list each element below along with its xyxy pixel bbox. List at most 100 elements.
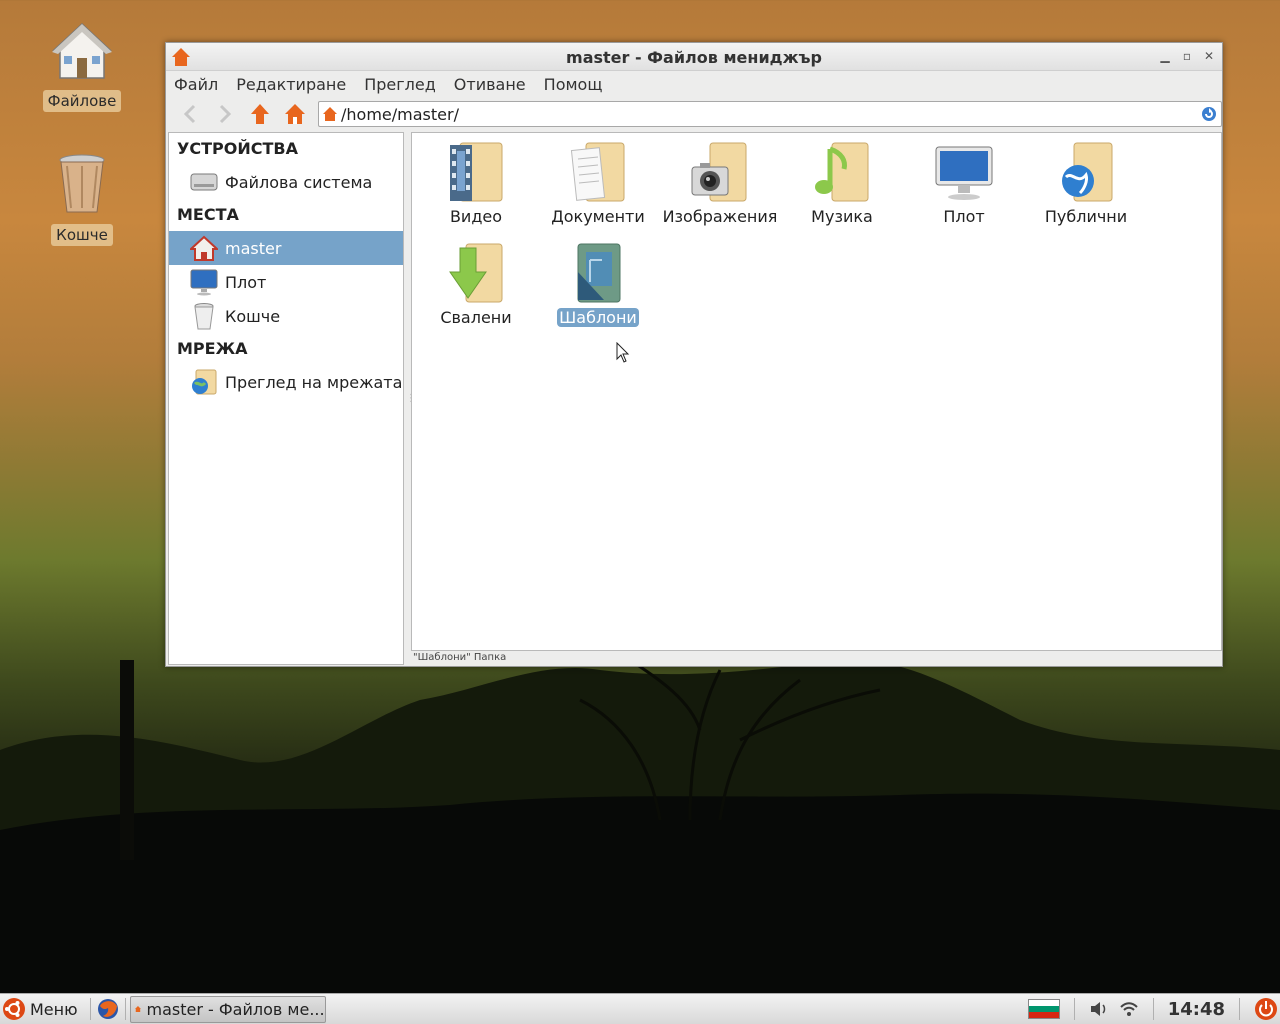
taskbar-separator [124, 998, 126, 1020]
sidebar-item-desktop[interactable]: Плот [169, 265, 403, 299]
sidebar-item-trash[interactable]: Кошче [169, 299, 403, 333]
folder-item-desktop[interactable]: Плот [903, 141, 1025, 226]
menu-help[interactable]: Помощ [544, 75, 612, 94]
file-label: Свалени [440, 308, 512, 327]
reload-icon[interactable] [1201, 106, 1217, 126]
file-view[interactable]: Видео Документи Изображения Музика Плот … [411, 132, 1222, 651]
templates-folder-icon [568, 242, 628, 304]
firefox-launcher[interactable] [95, 996, 121, 1022]
back-icon [183, 104, 195, 124]
sidebar-item-label: Кошче [225, 306, 281, 326]
menu-bar: Файл Редактиране Преглед Отиване Помощ [166, 71, 1222, 98]
location-bar[interactable]: /home/master/ [318, 101, 1222, 127]
file-manager-window: master - Файлов мениджър ▁ ▫ ✕ Файл Реда… [165, 42, 1223, 667]
places-header: МЕСТА [177, 205, 239, 224]
ubuntu-logo-icon [3, 998, 25, 1020]
file-label: Видео [449, 207, 503, 226]
network-icon [189, 367, 219, 397]
home-button[interactable] [279, 100, 310, 128]
volume-icon[interactable] [1089, 1000, 1109, 1018]
desktop-folder-icon [934, 141, 994, 203]
trash-icon [59, 154, 105, 213]
desktop-icon-files[interactable]: Файлове [37, 20, 127, 112]
path-text: /home/master/ [341, 104, 459, 124]
pictures-folder-icon [690, 141, 750, 203]
taskbar: Меню master - Файлов ме... 14:48 [0, 993, 1280, 1024]
file-label: Шаблони [557, 308, 639, 327]
sidebar-item-master[interactable]: master [169, 231, 403, 265]
up-button[interactable] [244, 100, 275, 128]
status-bar: "Шаблони" Папка [413, 652, 507, 663]
folder-item-downloads[interactable]: Свалени [415, 242, 537, 327]
file-label: Документи [551, 207, 645, 226]
sidebar-item-network[interactable]: Преглед на мрежата [169, 365, 403, 399]
minimize-icon: ▁ [1160, 49, 1170, 63]
folder-item-pictures[interactable]: Изображения [659, 141, 781, 226]
menu-go[interactable]: Отиване [454, 75, 535, 94]
forward-button[interactable] [209, 100, 240, 128]
file-label: Плот [943, 207, 985, 226]
taskbar-separator [1073, 998, 1075, 1020]
up-arrow-icon [250, 104, 269, 124]
minimize-button[interactable]: ▁ [1158, 49, 1172, 63]
downloads-folder-icon [446, 242, 506, 304]
taskbar-task-label: master - Файлов ме... [146, 999, 325, 1019]
maximize-icon: ▫ [1182, 49, 1192, 63]
sidebar-item-label: Преглед на мрежата [225, 372, 403, 392]
folder-item-public[interactable]: Публични [1025, 141, 1147, 226]
menu-edit[interactable]: Редактиране [236, 75, 355, 94]
start-menu-button[interactable]: Меню [0, 994, 86, 1024]
title-bar[interactable]: master - Файлов мениджър ▁ ▫ ✕ [166, 43, 1222, 71]
desktop-icon-trash[interactable]: Кошче [37, 152, 127, 246]
close-button[interactable]: ✕ [1202, 49, 1216, 63]
home-icon [52, 22, 112, 79]
home-icon [189, 233, 219, 263]
documents-folder-icon [568, 141, 628, 203]
devices-header: УСТРОЙСТВА [177, 139, 298, 158]
keyboard-layout-indicator[interactable] [1027, 999, 1060, 1019]
folder-item-documents[interactable]: Документи [537, 141, 659, 226]
menu-file[interactable]: Файл [174, 75, 227, 94]
network-header: МРЕЖА [177, 339, 248, 358]
power-icon[interactable] [1254, 997, 1278, 1021]
desktop-icon-label: Файлове [42, 90, 122, 112]
home-icon [284, 104, 305, 124]
sidebar-item-label: Плот [225, 272, 267, 292]
file-label: Изображения [662, 207, 778, 226]
sidebar-item-label: Файлова система [225, 172, 373, 192]
taskbar-separator [89, 998, 91, 1020]
music-folder-icon [812, 141, 872, 203]
folder-item-video[interactable]: Видео [415, 141, 537, 226]
file-label: Публични [1044, 207, 1128, 226]
folder-item-music[interactable]: Музика [781, 141, 903, 226]
trash-icon [189, 301, 219, 331]
desktop-icon-label: Кошче [51, 224, 113, 246]
menu-view[interactable]: Преглед [364, 75, 445, 94]
file-label: Музика [811, 207, 873, 226]
window-title: master - Файлов мениджър [566, 48, 822, 67]
system-tray: 14:48 [1027, 994, 1280, 1024]
sidebar-item-label: master [225, 238, 282, 258]
sidebar-item-filesystem[interactable]: Файлова система [169, 165, 403, 199]
taskbar-separator [1239, 998, 1240, 1020]
home-folder-icon [323, 107, 337, 125]
clock[interactable]: 14:48 [1168, 999, 1225, 1020]
home-icon [134, 1006, 141, 1012]
forward-icon [219, 104, 231, 124]
toolbar: /home/master/ [166, 98, 1222, 130]
mouse-cursor-icon [616, 342, 630, 363]
folder-item-templates[interactable]: Шаблони [537, 242, 659, 327]
video-folder-icon [446, 141, 506, 203]
firefox-icon [97, 999, 118, 1019]
desktop-icon [189, 267, 219, 297]
wifi-icon[interactable] [1119, 1000, 1139, 1018]
taskbar-task-file-manager[interactable]: master - Файлов ме... [129, 995, 326, 1023]
maximize-button[interactable]: ▫ [1180, 49, 1194, 63]
taskbar-separator [1152, 998, 1154, 1020]
flag-stripe-red [1028, 1012, 1059, 1018]
public-folder-icon [1056, 141, 1116, 203]
side-pane: УСТРОЙСТВА Файлова система МЕСТА master … [168, 132, 404, 665]
drive-icon [189, 167, 219, 197]
close-icon: ✕ [1203, 49, 1215, 63]
back-button[interactable] [174, 100, 205, 128]
